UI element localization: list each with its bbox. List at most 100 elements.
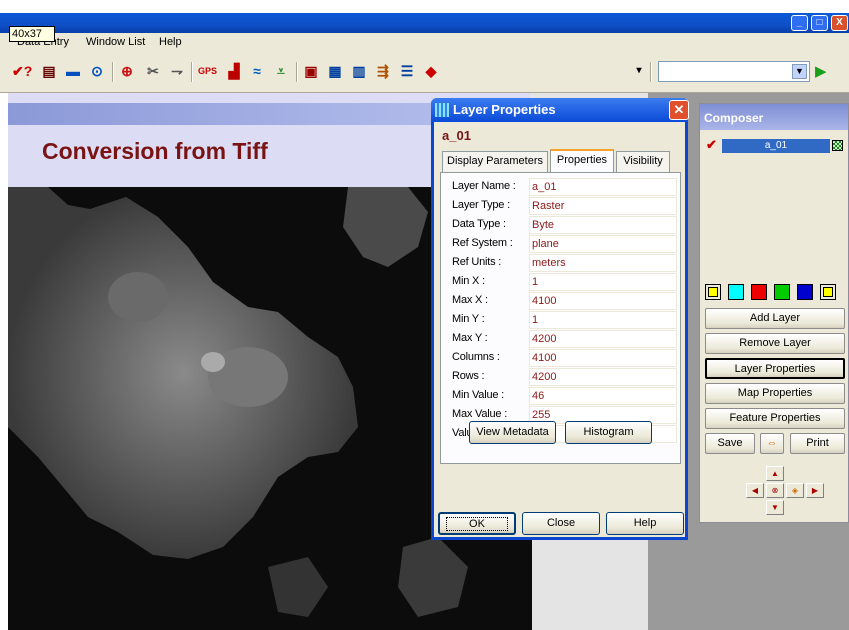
gps-icon[interactable]: GPS bbox=[198, 62, 217, 80]
maximize-button[interactable]: □ bbox=[811, 15, 828, 31]
wave-icon[interactable]: ≈ bbox=[248, 62, 266, 80]
add-layer-button[interactable]: Add Layer bbox=[705, 308, 845, 329]
property-label: Min Value : bbox=[452, 389, 505, 401]
tab-visibility[interactable]: Visibility bbox=[616, 151, 670, 172]
bars-icon[interactable]: ☰ bbox=[398, 62, 416, 80]
map-properties-button[interactable]: Map Properties bbox=[705, 383, 845, 404]
property-label: Max Value : bbox=[452, 408, 508, 420]
play-icon[interactable]: ▶ bbox=[815, 62, 827, 80]
cyan-icon[interactable] bbox=[728, 284, 744, 300]
property-row: Layer Type : Raster bbox=[449, 197, 679, 216]
property-label: Ref System : bbox=[452, 237, 513, 249]
composer-layer-item[interactable]: a_01 bbox=[722, 139, 830, 153]
feature-properties-button[interactable]: Feature Properties bbox=[705, 408, 845, 429]
window-titlebar: _ □ X bbox=[0, 13, 849, 33]
property-row: Min Y : 1 bbox=[449, 311, 679, 330]
zoom-center-icon[interactable]: ◈ bbox=[786, 483, 804, 498]
save-button[interactable]: Save bbox=[705, 433, 755, 454]
zoom-reset-icon[interactable]: ⊗ bbox=[766, 483, 784, 498]
property-value[interactable]: Byte bbox=[529, 216, 677, 234]
map-title: Conversion from Tiff bbox=[42, 138, 268, 164]
green-icon[interactable] bbox=[774, 284, 790, 300]
property-label: Columns : bbox=[452, 351, 500, 363]
property-row: Rows : 4200 bbox=[449, 368, 679, 387]
property-label: Layer Type : bbox=[452, 199, 510, 211]
pan-down-button[interactable]: ▼ bbox=[766, 500, 784, 515]
grid-edit-icon[interactable]: ▥ bbox=[350, 62, 368, 80]
property-row: Ref Units : meters bbox=[449, 254, 679, 273]
property-row: Ref System : plane bbox=[449, 235, 679, 254]
property-row: Layer Name : a_01 bbox=[449, 178, 679, 197]
layer-name-heading: a_01 bbox=[442, 128, 471, 143]
property-value[interactable]: plane bbox=[529, 235, 677, 253]
property-row: Columns : 4100 bbox=[449, 349, 679, 368]
eraser-icon[interactable]: ◆ bbox=[422, 62, 440, 80]
arrow-down-icon[interactable]: ⇁ bbox=[168, 62, 186, 80]
composer-title: Composer bbox=[700, 104, 848, 130]
histogram-button[interactable]: Histogram bbox=[565, 421, 652, 444]
property-label: Data Type : bbox=[452, 218, 506, 230]
ok-button-label: OK bbox=[446, 517, 508, 531]
property-value[interactable]: 1 bbox=[529, 311, 677, 329]
dialog-title: Layer Properties bbox=[453, 102, 556, 117]
red-icon[interactable] bbox=[751, 284, 767, 300]
close-window-button[interactable]: X bbox=[831, 15, 848, 31]
property-value[interactable]: 4200 bbox=[529, 330, 677, 348]
view-metadata-button[interactable]: View Metadata bbox=[469, 421, 556, 444]
overlay-icon[interactable] bbox=[820, 284, 836, 300]
remove-layer-button[interactable]: Remove Layer bbox=[705, 333, 845, 354]
wand-icon[interactable]: ✂ bbox=[144, 62, 162, 80]
property-label: Max X : bbox=[452, 294, 488, 306]
checkmark-icon[interactable]: ✔ bbox=[706, 137, 717, 153]
chevron-down-icon[interactable]: ▾ bbox=[630, 62, 648, 80]
pan-arrows-icon[interactable]: ⇔ bbox=[760, 433, 784, 454]
tab-display-parameters[interactable]: Display Parameters bbox=[442, 151, 548, 172]
dialog-titlebar: Layer Properties ✕ bbox=[431, 98, 689, 122]
layer-properties-button[interactable]: Layer Properties bbox=[705, 358, 845, 379]
property-value[interactable]: a_01 bbox=[529, 178, 677, 196]
target-icon[interactable]: ⊙ bbox=[88, 62, 106, 80]
property-value[interactable]: 4200 bbox=[529, 368, 677, 386]
query-icon[interactable]: ✔? bbox=[12, 62, 32, 80]
property-label: Rows : bbox=[452, 370, 485, 382]
tab-properties[interactable]: Properties bbox=[550, 149, 614, 173]
property-row: Max Y : 4200 bbox=[449, 330, 679, 349]
layer-color-icon[interactable] bbox=[832, 140, 843, 151]
property-value[interactable]: 46 bbox=[529, 387, 677, 405]
property-value[interactable]: 1 bbox=[529, 273, 677, 291]
property-row: Min X : 1 bbox=[449, 273, 679, 292]
profile-icon[interactable]: ⩡ bbox=[272, 62, 290, 80]
property-value[interactable]: 4100 bbox=[529, 349, 677, 367]
histogram-icon[interactable]: ▟ bbox=[225, 62, 243, 80]
pan-left-button[interactable]: ◀ bbox=[746, 483, 764, 498]
property-label: Ref Units : bbox=[452, 256, 502, 268]
database-icon[interactable]: ▤ bbox=[40, 62, 58, 80]
layer-yellow-icon[interactable] bbox=[705, 284, 721, 300]
property-value[interactable]: Raster bbox=[529, 197, 677, 215]
print-button[interactable]: Print bbox=[790, 433, 845, 454]
grid-icon bbox=[435, 103, 449, 117]
ruler-icon[interactable]: ▬ bbox=[64, 62, 82, 80]
close-icon[interactable]: ✕ bbox=[669, 100, 689, 120]
grid-icon[interactable]: ▦ bbox=[326, 62, 344, 80]
pan-up-button[interactable]: ▲ bbox=[766, 466, 784, 481]
menu-help[interactable]: Help bbox=[159, 36, 182, 48]
layer-combo[interactable]: ▼ bbox=[658, 61, 810, 82]
blue-icon[interactable] bbox=[797, 284, 813, 300]
crosshair-icon[interactable]: ⊕ bbox=[118, 62, 136, 80]
property-label: Layer Name : bbox=[452, 180, 516, 192]
close-button[interactable]: Close bbox=[522, 512, 600, 535]
property-label: Min Y : bbox=[452, 313, 485, 325]
minimize-button[interactable]: _ bbox=[791, 15, 808, 31]
pan-right-button[interactable]: ▶ bbox=[806, 483, 824, 498]
help-button[interactable]: Help bbox=[606, 512, 684, 535]
dropdown-arrow-icon[interactable]: ▼ bbox=[792, 64, 807, 79]
flow-icon[interactable]: ⇶ bbox=[374, 62, 392, 80]
table-icon[interactable]: ▣ bbox=[302, 62, 320, 80]
property-value[interactable]: meters bbox=[529, 254, 677, 272]
property-label: Min X : bbox=[452, 275, 485, 287]
properties-panel: Layer Name : a_01 Layer Type : Raster Data T… bbox=[440, 172, 681, 464]
ok-button[interactable]: OK bbox=[438, 512, 516, 535]
menu-window-list[interactable]: Window List bbox=[86, 36, 145, 48]
property-value[interactable]: 4100 bbox=[529, 292, 677, 310]
